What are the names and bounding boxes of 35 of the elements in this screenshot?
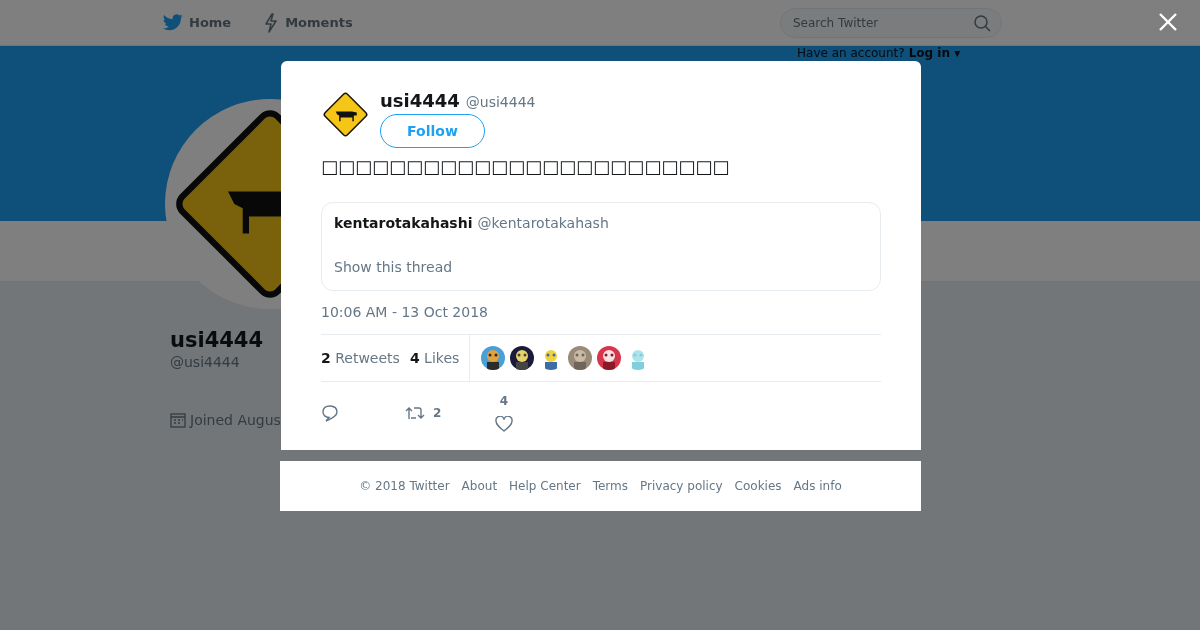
like-button[interactable]: 4	[489, 394, 519, 432]
bird-icon	[163, 14, 183, 31]
calendar-icon	[170, 412, 186, 428]
footer-link[interactable]: Ads info	[793, 479, 842, 493]
footer-link[interactable]: Help Center	[509, 479, 581, 493]
quoted-tweet[interactable]: kentarotakahashi @kentarotakahash Show this thread	[321, 202, 881, 291]
account-prompt: Have an account?	[797, 46, 905, 60]
footer-link[interactable]: About	[461, 479, 498, 493]
retweet-button[interactable]: 2	[405, 394, 489, 432]
nav-link[interactable]: Home	[163, 14, 232, 31]
close-button[interactable]	[1158, 12, 1178, 32]
joined-date: Joined Augus	[190, 412, 281, 428]
retweet-icon	[405, 405, 425, 421]
quoted-author-name: kentarotakahashi	[334, 215, 473, 231]
heart-icon	[495, 416, 513, 432]
profile-handle: @usi4444	[170, 354, 240, 370]
stat-link[interactable]: 2 Retweets	[321, 350, 400, 366]
author-handle[interactable]: @usi4444	[465, 94, 536, 110]
profile-name: usi4444	[170, 328, 264, 352]
footer-link[interactable]: Privacy policy	[640, 479, 723, 493]
search-field[interactable]: Search Twitter	[780, 7, 1002, 38]
show-thread-link[interactable]: Show this thread	[334, 259, 453, 275]
stat-link[interactable]: 4 Likes	[409, 350, 460, 366]
nav-link[interactable]: Moments	[263, 12, 353, 33]
search-icon	[974, 14, 991, 32]
tweet-timestamp: 10:06 AM - 13 Oct 2018	[321, 304, 489, 320]
follow-button[interactable]: Follow	[380, 114, 485, 148]
footer-link[interactable]: © 2018 Twitter	[359, 479, 450, 493]
footer-link[interactable]: Cookies	[734, 479, 782, 493]
speech-bubble-icon	[321, 404, 339, 422]
footer-link[interactable]: Terms	[592, 479, 628, 493]
quoted-author-handle: @kentarotakahash	[477, 215, 609, 231]
tweet-text: □□□□□□□□□□□□□□□□□□□□□□□□	[321, 155, 731, 179]
author-name[interactable]: usi4444	[380, 90, 460, 111]
lightning-icon	[263, 12, 280, 33]
